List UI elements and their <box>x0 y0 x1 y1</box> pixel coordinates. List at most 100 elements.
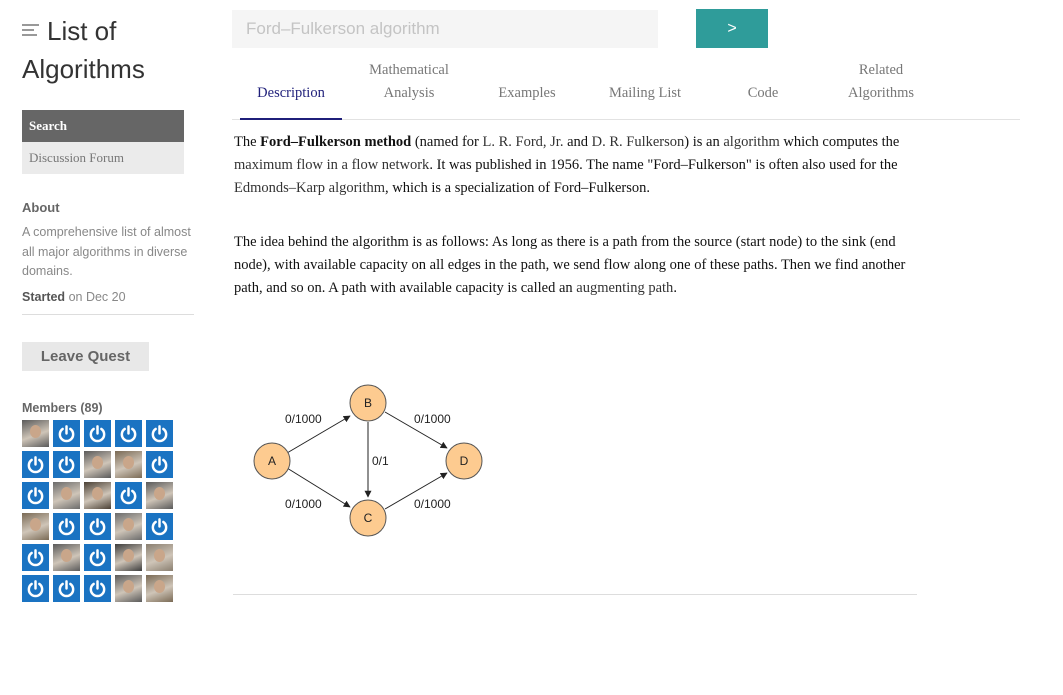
started-date: on Dec 20 <box>68 289 126 304</box>
tab-description-label: Description <box>257 85 325 101</box>
tab-examples-label: Examples <box>498 85 556 101</box>
avatar-face <box>123 579 134 593</box>
node-label-a: A <box>268 454 276 468</box>
member-avatar-photo[interactable] <box>146 481 173 509</box>
member-avatar-default[interactable] <box>115 419 142 447</box>
tab-bar: Description Mathematical Analysis Example… <box>232 58 1020 120</box>
p1-mid1: (named for <box>411 134 483 150</box>
tab-mathematical-analysis-line2: Analysis <box>383 85 435 101</box>
side-nav-discussion-forum[interactable]: Discussion Forum <box>22 142 184 174</box>
member-avatar-photo[interactable] <box>115 543 142 571</box>
tab-related-algorithms-line1: Related <box>858 62 904 78</box>
power-icon <box>58 455 75 473</box>
member-avatar-default[interactable] <box>53 574 80 602</box>
link-edmonds-karp[interactable]: Edmonds–Karp algorithm <box>234 180 385 196</box>
p1-mid4: which computes the <box>779 134 900 150</box>
p2-post: . <box>673 280 677 296</box>
member-avatar-photo[interactable] <box>53 543 80 571</box>
members-heading: Members (89) <box>22 400 103 415</box>
power-icon <box>58 579 75 597</box>
tab-mathematical-analysis[interactable]: Mathematical Analysis <box>350 58 468 119</box>
link-augmenting-path[interactable]: augmenting path <box>576 280 673 296</box>
member-avatar-photo[interactable] <box>84 481 111 509</box>
avatar-face <box>92 455 103 469</box>
tab-code[interactable]: Code <box>704 58 822 119</box>
avatar-face <box>154 548 165 562</box>
avatar-face <box>92 486 103 500</box>
link-ford[interactable]: L. R. Ford, Jr. <box>482 134 563 150</box>
member-avatar-default[interactable] <box>146 512 173 540</box>
member-avatar-default[interactable] <box>53 419 80 447</box>
power-icon <box>89 548 106 566</box>
leave-quest-button[interactable]: Leave Quest <box>22 341 149 371</box>
power-icon <box>151 517 168 535</box>
avatar-face <box>123 517 134 531</box>
p1-mid3: ) is an <box>684 134 724 150</box>
power-icon <box>120 486 137 504</box>
power-icon <box>27 455 44 473</box>
started-line: Started on Dec 20 <box>22 290 194 315</box>
member-avatar-photo[interactable] <box>115 450 142 478</box>
app-title-line2: Algorithms <box>22 54 145 84</box>
node-label-c: C <box>364 511 373 525</box>
avatar-face <box>30 424 41 438</box>
member-avatar-photo[interactable] <box>84 450 111 478</box>
link-maximum-flow[interactable]: maximum flow in a flow network <box>234 157 429 173</box>
content-divider <box>233 594 917 595</box>
about-heading: About <box>22 200 60 215</box>
link-algorithm[interactable]: algorithm <box>723 134 779 150</box>
member-avatar-photo[interactable] <box>146 543 173 571</box>
member-avatar-photo[interactable] <box>146 574 173 602</box>
tab-description[interactable]: Description <box>232 58 350 120</box>
avatar-face <box>123 548 134 562</box>
edge-label-c-d: 0/1000 <box>414 497 451 511</box>
started-label: Started <box>22 289 66 304</box>
member-avatar-default[interactable] <box>22 450 49 478</box>
side-nav-search[interactable]: Search <box>22 110 184 142</box>
tab-mailing-list-label: Mailing List <box>608 85 682 101</box>
edge-label-a-c: 0/1000 <box>285 497 322 511</box>
link-fulkerson[interactable]: D. R. Fulkerson <box>592 134 685 150</box>
node-label-d: D <box>460 454 469 468</box>
member-avatar-default[interactable] <box>84 543 111 571</box>
power-icon <box>89 579 106 597</box>
member-avatar-photo[interactable] <box>53 481 80 509</box>
member-avatar-photo[interactable] <box>115 574 142 602</box>
search-input[interactable] <box>232 10 658 48</box>
member-avatar-default[interactable] <box>84 512 111 540</box>
app-title-line1: List of <box>47 16 117 46</box>
member-avatar-default[interactable] <box>53 450 80 478</box>
member-avatar-default[interactable] <box>84 574 111 602</box>
member-avatar-default[interactable] <box>84 419 111 447</box>
p1-pre: The <box>234 134 261 150</box>
member-avatar-photo[interactable] <box>115 512 142 540</box>
tab-mailing-list[interactable]: Mailing List <box>586 58 704 119</box>
flow-network-diagram: 0/1000 0/1000 0/1000 0/1000 0/1 A B C D <box>253 384 483 537</box>
avatar-face <box>123 455 134 469</box>
member-avatar-default[interactable] <box>22 543 49 571</box>
member-avatar-default[interactable] <box>115 481 142 509</box>
tab-related-algorithms[interactable]: Related Algorithms <box>822 58 940 119</box>
menu-icon[interactable] <box>22 24 39 38</box>
member-avatar-default[interactable] <box>22 481 49 509</box>
p1-mid2: and <box>563 134 592 150</box>
node-label-b: B <box>364 396 372 410</box>
power-icon <box>27 486 44 504</box>
app-title: List of Algorithms <box>22 12 194 88</box>
side-nav: Search Discussion Forum <box>22 110 184 174</box>
member-avatar-default[interactable] <box>22 574 49 602</box>
search-button[interactable]: > <box>696 9 768 48</box>
tab-related-algorithms-label: Related Algorithms <box>848 59 914 105</box>
member-avatar-default[interactable] <box>146 450 173 478</box>
power-icon <box>151 455 168 473</box>
member-avatar-default[interactable] <box>146 419 173 447</box>
tab-examples[interactable]: Examples <box>468 58 586 119</box>
power-icon <box>120 424 137 442</box>
tab-code-label: Code <box>747 85 779 101</box>
edge-label-b-d: 0/1000 <box>414 412 451 426</box>
member-avatar-default[interactable] <box>53 512 80 540</box>
p1-mid5: . It was published in 1956. The name "Fo… <box>429 157 898 173</box>
member-avatar-photo[interactable] <box>22 419 49 447</box>
tab-mathematical-analysis-line1: Mathematical <box>369 62 449 78</box>
member-avatar-photo[interactable] <box>22 512 49 540</box>
